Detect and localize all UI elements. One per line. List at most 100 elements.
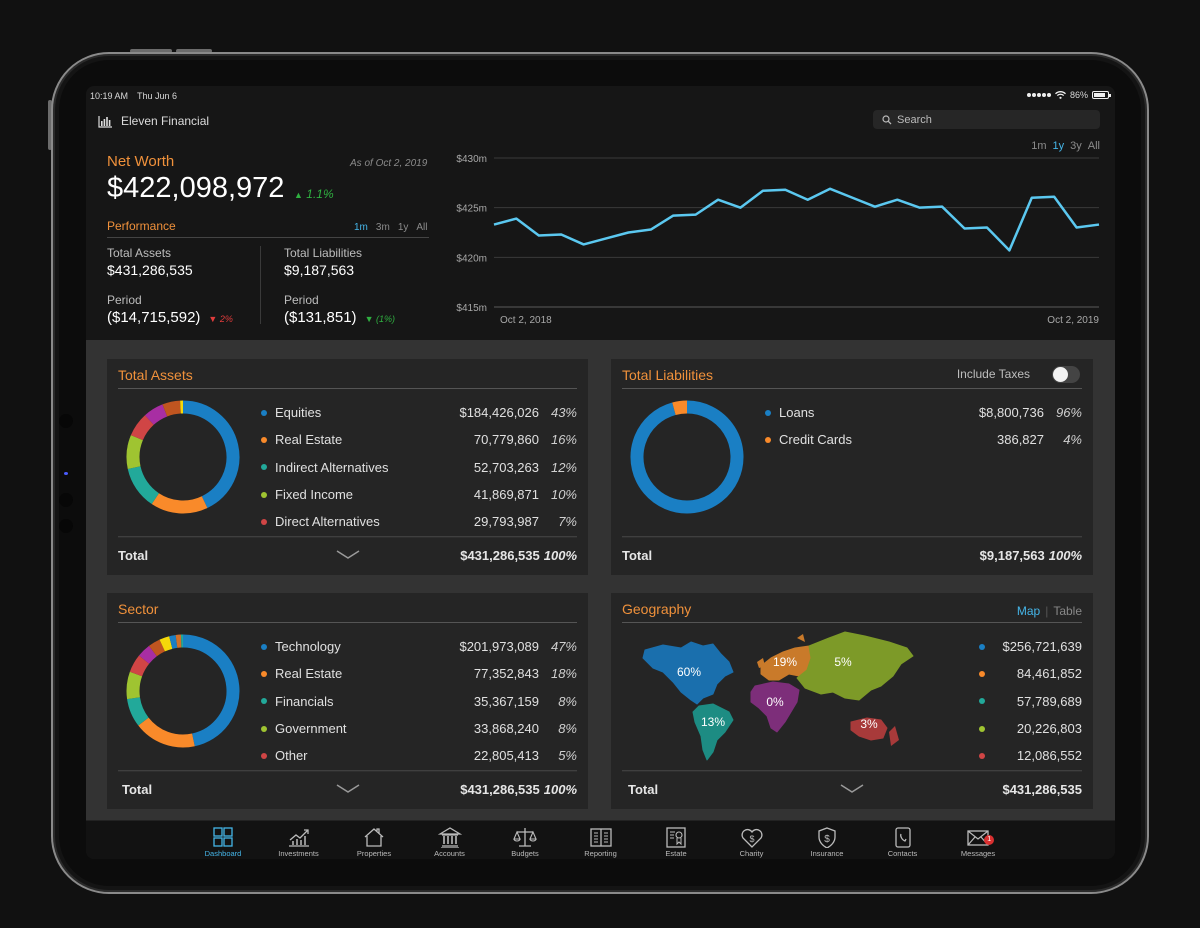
map-region-label: 60% (677, 665, 701, 679)
legend-row[interactable]: $256,721,639 (979, 633, 1082, 660)
donut-slice-other (129, 655, 150, 677)
divider (622, 622, 1082, 623)
legend-pct: 47% (550, 639, 577, 655)
legend-label: Indirect Alternatives (275, 459, 389, 475)
legend-label: Other (275, 748, 308, 764)
legend-row[interactable]: Indirect Alternatives 52,703,263 12% (261, 454, 577, 481)
tab-budgets[interactable]: Budgets (487, 821, 563, 859)
legend-row[interactable]: 84,461,852 (979, 660, 1082, 687)
donut-slice (148, 639, 166, 657)
legend-row[interactable]: Government 33,868,240 8% (261, 715, 577, 742)
book-icon (589, 828, 612, 847)
legend-dot (261, 698, 267, 705)
battery-icon (1092, 91, 1111, 99)
tab-map[interactable]: Map (1017, 604, 1040, 618)
perf-tab-all[interactable]: All (416, 222, 427, 233)
legend-row[interactable]: Real Estate 77,352,843 18% (261, 660, 577, 687)
donut-slice-loans (630, 400, 744, 514)
divider (118, 536, 577, 538)
down-arrow-icon: ▼ (208, 314, 218, 324)
legend-row[interactable]: Technology $201,973,089 47% (261, 633, 577, 660)
tab-dashboard[interactable]: Dashboard (185, 821, 261, 859)
total-label: Total (628, 782, 659, 797)
legend-row[interactable]: Financials 35,367,159 8% (261, 688, 577, 715)
world-map: 60% 13% 19% 0% 5% 3% (642, 631, 914, 761)
perf-tab-3m[interactable]: 3m (376, 222, 390, 233)
tab-accounts[interactable]: Accounts (412, 821, 488, 859)
include-taxes-label: Include Taxes (956, 367, 1030, 381)
tab-messages[interactable]: Messages 1 (940, 821, 1016, 859)
donut-slice-real-estate (138, 717, 195, 748)
legend-row[interactable]: 20,226,803 (979, 715, 1082, 742)
tab-table[interactable]: Table (1053, 604, 1082, 618)
bank-icon (437, 827, 462, 848)
map-region-scandinavia[interactable] (797, 634, 805, 642)
total-value: $431,286,535 100% (460, 782, 577, 797)
geography-view-tabs: Map | Table (1016, 604, 1082, 618)
chevron-down-icon[interactable] (336, 784, 360, 794)
map-region-label: 19% (773, 655, 797, 669)
perf-tab-1m[interactable]: 1m (354, 222, 368, 233)
unread-badge: 1 (984, 835, 995, 845)
legend-dot (979, 752, 985, 759)
y-tick-label: $430m (456, 154, 487, 165)
period-label: Period (107, 293, 142, 307)
tab-insurance[interactable]: $ Insurance (789, 821, 865, 859)
legend-row[interactable]: Other 22,805,413 5% (261, 742, 577, 769)
legend-dot (979, 670, 985, 677)
assets-legend: Equities $184,426,026 43% Real Estate 70,779… (261, 399, 577, 535)
legend-amount: $8,800,736 (978, 405, 1044, 421)
performance-range-tabs: 1m 3m 1y All (354, 222, 428, 233)
legend-amount: 41,869,871 (473, 487, 539, 503)
legend-row[interactable]: Real Estate 70,779,860 16% (261, 426, 577, 453)
total-assets-label: Total Assets (107, 246, 172, 260)
legend-row[interactable]: Credit Cards 386,827 4% (765, 426, 1082, 453)
tab-reporting[interactable]: Reporting (563, 821, 639, 859)
map-region-asia[interactable] (796, 631, 914, 701)
status-bar: 10:19 AM Thu Jun 6 86% (86, 86, 1115, 106)
tab-estate[interactable]: Estate (638, 821, 714, 859)
down-arrow-icon: ▼ (364, 314, 374, 324)
legend-pct: 43% (550, 405, 577, 421)
tab-investments[interactable]: Investments (261, 821, 337, 859)
chevron-down-icon[interactable] (840, 784, 864, 794)
legend-row[interactable]: Direct Alternatives 29,793,987 7% (261, 508, 577, 535)
legend-row[interactable]: 57,789,689 (979, 688, 1082, 715)
tab-charity[interactable]: $ Charity (714, 821, 790, 859)
legend-dot (765, 436, 771, 443)
divider (260, 246, 261, 324)
certificate-icon (666, 827, 686, 848)
total-amount: $431,286,535 (460, 782, 540, 797)
assets-period-change-value: 2% (219, 314, 233, 324)
perf-assets: Total Assets $431,286,535 Period ($14,71… (107, 246, 233, 326)
donut-slice-real-estate (151, 493, 208, 514)
map-region-south-america[interactable] (692, 703, 734, 761)
legend-dot (261, 436, 267, 443)
legend-amount: 57,789,689 (1016, 693, 1082, 709)
legend-row[interactable]: Loans $8,800,736 96% (765, 399, 1082, 426)
include-taxes-toggle[interactable] (1052, 366, 1080, 383)
map-region-new-zealand[interactable] (889, 726, 899, 746)
donut-slice (144, 404, 168, 425)
legend-amount: 22,805,413 (473, 748, 539, 764)
sector-card: Sector Technology $201,973,089 47% Real Est… (107, 593, 588, 809)
divider (107, 237, 429, 238)
tab-contacts[interactable]: Contacts (865, 821, 941, 859)
perf-tab-1y[interactable]: 1y (398, 222, 409, 233)
total-amount: $431,286,535 (460, 548, 540, 563)
total-pct: 100% (1048, 548, 1082, 563)
tab-properties[interactable]: Properties (336, 821, 412, 859)
legend-row[interactable]: Equities $184,426,026 43% (261, 399, 577, 426)
search-input[interactable]: Search (873, 110, 1100, 129)
legend-row[interactable]: 12,086,552 (979, 742, 1082, 769)
divider (622, 770, 1082, 772)
tab-label: Investments (278, 849, 319, 858)
legend-pct: 12% (550, 459, 577, 475)
chevron-down-icon[interactable] (336, 550, 360, 560)
legend-amount: 12,086,552 (1016, 748, 1082, 764)
investments-icon (288, 829, 309, 847)
legend-row[interactable]: Fixed Income 41,869,871 10% (261, 481, 577, 508)
up-arrow-icon: ▲ (294, 190, 303, 200)
status-time: 10:19 AM (90, 91, 129, 101)
x-end-label: Oct 2, 2019 (1047, 315, 1099, 326)
